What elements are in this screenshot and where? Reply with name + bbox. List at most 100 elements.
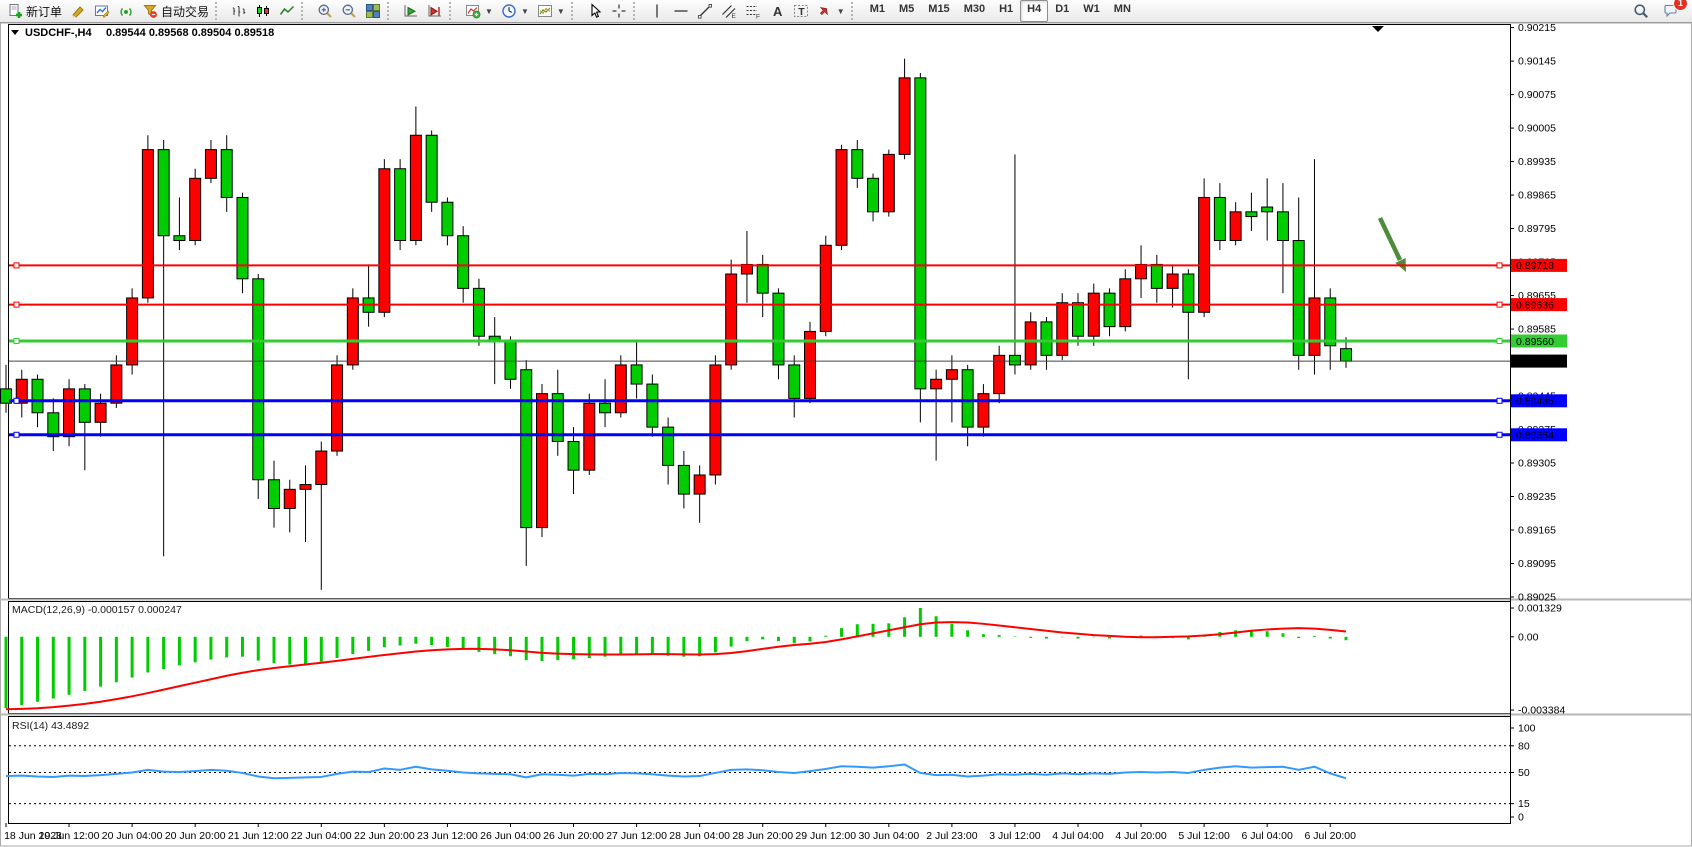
toolbar-separator (449, 2, 457, 20)
cursor-button[interactable] (583, 0, 607, 23)
price-line-label-text: 0.89364 (1516, 430, 1554, 442)
toolbar-separator (851, 2, 859, 20)
rsi-tick-label: 0 (1518, 812, 1524, 824)
rsi-tick-label: 100 (1518, 723, 1536, 735)
line-handle[interactable] (1497, 302, 1502, 307)
bar-chart-mode-button[interactable] (227, 0, 251, 23)
date-label: 22 Jun 20:00 (354, 830, 415, 842)
line-handle[interactable] (14, 432, 19, 437)
hline-icon (673, 3, 689, 19)
timeframe-m5-button[interactable]: M5 (892, 0, 921, 22)
chart-title: USDCHF-,H4 0.89544 0.89568 0.89504 0.895… (11, 27, 274, 39)
price-tick-label: 0.89095 (1518, 558, 1556, 570)
template-icon (537, 3, 553, 19)
toolbar-separator (633, 2, 641, 20)
candle (710, 355, 721, 484)
periods-button[interactable]: ▼ (497, 0, 533, 23)
signals-button[interactable] (114, 0, 138, 23)
open-chart-button[interactable] (90, 0, 114, 23)
rsi-tick-label: 15 (1518, 798, 1530, 810)
timeframe-d1-button[interactable]: D1 (1048, 0, 1076, 22)
tile-windows-button[interactable] (361, 0, 385, 23)
text-button[interactable]: A (765, 0, 789, 23)
crosshair-button[interactable] (607, 0, 631, 23)
timeframe-m15-button[interactable]: M15 (921, 0, 956, 22)
toolbar-right: 1 (1629, 0, 1689, 23)
date-label: 19 Jun 12:00 (39, 830, 100, 842)
line-chart-mode-button[interactable] (275, 0, 299, 23)
candle (1057, 293, 1068, 360)
dropdown-arrow-icon[interactable]: ▼ (557, 7, 565, 16)
arrows-button[interactable]: ▼ (813, 0, 849, 23)
date-label: 28 Jun 20:00 (732, 830, 793, 842)
date-label: 22 Jun 04:00 (291, 830, 352, 842)
candle (536, 384, 547, 537)
date-label: 6 Jul 04:00 (1241, 830, 1293, 842)
chart-canvas[interactable]: 0.902150.901450.900750.900050.899350.898… (0, 23, 1692, 847)
dropdown-arrow-icon[interactable]: ▼ (485, 7, 493, 16)
price-line-label-text: 0.89636 (1516, 299, 1554, 311)
trendline-button[interactable] (693, 0, 717, 23)
vertical-line-button[interactable] (645, 0, 669, 23)
price-tick-label: 0.90145 (1518, 56, 1556, 68)
search-icon (1633, 3, 1649, 19)
indicators-button[interactable]: ▼ (461, 0, 497, 23)
templates-button[interactable]: ▼ (533, 0, 569, 23)
date-label: 23 Jun 12:00 (417, 830, 478, 842)
price-tick-label: 0.89795 (1518, 223, 1556, 235)
candle-chart-mode-button[interactable] (251, 0, 275, 23)
date-label: 27 Jun 12:00 (606, 830, 667, 842)
rsi-tick-label: 50 (1518, 767, 1530, 779)
svg-text:F: F (756, 14, 760, 20)
search-button[interactable] (1629, 0, 1653, 23)
signal-icon (118, 3, 134, 19)
zoom-out-button[interactable] (337, 0, 361, 23)
fibo-icon: F (745, 3, 761, 19)
timeframe-h1-button[interactable]: H1 (992, 0, 1020, 22)
dropdown-arrow-icon[interactable]: ▼ (837, 7, 845, 16)
auto-trading-button[interactable]: 自动交易 (138, 0, 213, 23)
styler-button[interactable] (66, 0, 90, 23)
timeframe-m30-button[interactable]: M30 (957, 0, 992, 22)
timeframe-m1-button[interactable]: M1 (863, 0, 892, 22)
equidistant-channel-button[interactable]: E (717, 0, 741, 23)
candle (473, 279, 484, 346)
candle (615, 355, 626, 417)
dropdown-arrow-icon[interactable]: ▼ (521, 7, 529, 16)
tile-icon (365, 3, 381, 19)
trendline-icon (697, 3, 713, 19)
new-order-button[interactable]: 新订单 (3, 0, 66, 23)
fibonacci-button[interactable]: F (741, 0, 765, 23)
horizontal-line-button[interactable] (669, 0, 693, 23)
timeframe-w1-button[interactable]: W1 (1076, 0, 1107, 22)
date-label: 6 Jul 20:00 (1305, 830, 1357, 842)
line-handle[interactable] (14, 263, 19, 268)
price-tick-label: 0.90075 (1518, 89, 1556, 101)
line-handle[interactable] (14, 339, 19, 344)
auto-trading-label: 自动交易 (161, 3, 209, 20)
text-label-button[interactable]: T (789, 0, 813, 23)
line-handle[interactable] (1497, 398, 1502, 403)
date-label: 20 Jun 20:00 (165, 830, 226, 842)
candle (332, 355, 343, 455)
price-tick-label: 0.89935 (1518, 156, 1556, 168)
doc-plus-icon (7, 3, 23, 19)
line-handle[interactable] (14, 302, 19, 307)
line-handle[interactable] (14, 398, 19, 403)
price-line-label-text: 0.89518 (1516, 356, 1554, 368)
timeframe-mn-button[interactable]: MN (1107, 0, 1138, 22)
symbol-period-label: USDCHF-,H4 (25, 27, 92, 39)
zoom-in-button[interactable] (313, 0, 337, 23)
price-tick-label: 0.89305 (1518, 458, 1556, 470)
timeframe-h4-button[interactable]: H4 (1020, 0, 1048, 22)
rsi-tick-label: 80 (1518, 740, 1530, 752)
line-handle[interactable] (1497, 263, 1502, 268)
line-handle[interactable] (1497, 432, 1502, 437)
price-line-label-text: 0.89560 (1516, 336, 1554, 348)
date-label: 26 Jun 04:00 (480, 830, 541, 842)
chart-shift-button[interactable] (423, 0, 447, 23)
auto-scroll-button[interactable] (399, 0, 423, 23)
price-line-label-text: 0.89718 (1516, 260, 1554, 272)
chat-button[interactable]: 1 (1659, 0, 1683, 23)
line-handle[interactable] (1497, 339, 1502, 344)
